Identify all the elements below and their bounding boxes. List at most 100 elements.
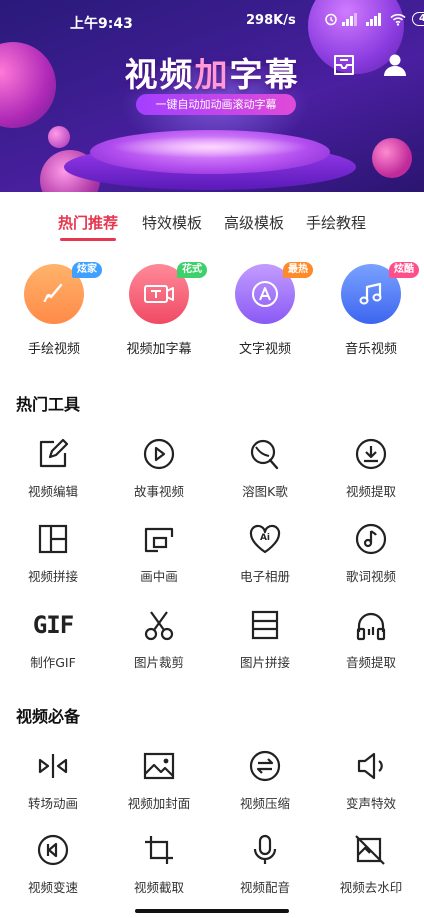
signal-icon — [366, 12, 381, 26]
tool-label: 电子相册 — [239, 569, 290, 584]
banner-title-part: 字幕 — [229, 55, 300, 94]
banner-title-accent: 加 — [194, 55, 230, 94]
feature-text-video[interactable]: 最热 文字视频 — [215, 262, 315, 357]
feature-badge: 最热 — [283, 262, 313, 278]
home-indicator[interactable] — [135, 909, 289, 913]
tool-video-splice[interactable]: 视频拼接 — [0, 522, 106, 585]
headphones-icon — [356, 612, 386, 641]
status-icons: 47 — [324, 12, 424, 26]
tool-label: 故事视频 — [133, 484, 184, 499]
tool-video-extract[interactable]: 视频提取 — [318, 437, 424, 500]
image-splice-icon — [251, 610, 279, 640]
tool-video-edit[interactable]: 视频编辑 — [0, 437, 106, 500]
status-bar: 上午9:43 298K/s 47 — [0, 0, 424, 40]
scissors-icon — [144, 611, 174, 641]
feature-circle: 炫酷 — [341, 262, 419, 324]
feature-row: 炫家 手绘视频 花式 视频加字幕 最热 文字视频 炫酷 音乐视频 — [0, 262, 424, 364]
active-tab-indicator — [60, 238, 116, 241]
tool-transition-animation[interactable]: 转场动画 — [0, 749, 106, 812]
gif-icon: GIF — [32, 611, 74, 639]
tool-label: 歌词视频 — [345, 569, 396, 584]
tool-remove-watermark[interactable]: 视频去水印 — [318, 833, 424, 896]
feature-label: 手绘视频 — [27, 342, 80, 357]
feature-music-video[interactable]: 炫酷 音乐视频 — [321, 262, 421, 357]
tool-label: 视频编辑 — [27, 484, 78, 499]
tab-advanced-templates[interactable]: 高级模板 — [224, 212, 284, 233]
alarm-icon — [325, 13, 337, 26]
tool-label: 音频提取 — [345, 655, 396, 670]
section-title-hot-tools: 热门工具 — [16, 395, 81, 414]
network-speed: 298K/s — [246, 13, 296, 28]
tool-image-splice[interactable]: 图片拼接 — [212, 608, 318, 671]
remove-watermark-icon — [355, 835, 385, 865]
tool-video-trim[interactable]: 视频截取 — [106, 833, 212, 896]
tab-effect-templates[interactable]: 特效模板 — [142, 212, 202, 233]
splice-grid-icon — [38, 524, 68, 554]
tool-make-gif[interactable]: GIF 制作GIF — [0, 608, 106, 671]
tool-video-speed[interactable]: 视频变速 — [0, 833, 106, 896]
compress-icon — [249, 750, 281, 782]
tab-hand-drawn-tutorial[interactable]: 手绘教程 — [306, 212, 366, 233]
tool-lyrics-video[interactable]: 歌词视频 — [318, 522, 424, 585]
feature-label: 视频加字幕 — [126, 342, 192, 357]
tool-image-crop[interactable]: 图片裁剪 — [106, 608, 212, 671]
tool-label: 视频加封面 — [127, 796, 191, 811]
tool-audio-extract[interactable]: 音频提取 — [318, 608, 424, 671]
music-circle-icon — [355, 523, 387, 555]
brush-icon — [43, 283, 63, 302]
feature-circle: 花式 — [129, 262, 207, 324]
tool-video-compress[interactable]: 视频压缩 — [212, 749, 318, 812]
decor-bubble — [372, 138, 412, 178]
crop-icon — [145, 836, 173, 864]
svg-text:Ai: Ai — [260, 533, 270, 543]
tool-karaoke[interactable]: 溶图K歌 — [212, 437, 318, 500]
feature-badge: 炫酷 — [389, 262, 419, 278]
subtitle-icon — [144, 285, 174, 303]
decor-bubble — [48, 126, 70, 148]
tool-label: 视频拼接 — [27, 569, 78, 584]
tool-e-album[interactable]: Ai 电子相册 — [212, 522, 318, 585]
picture-in-picture-icon — [144, 527, 174, 553]
download-circle-icon — [355, 438, 387, 470]
feature-video-subtitle[interactable]: 花式 视频加字幕 — [109, 262, 209, 357]
tool-voice-effects[interactable]: 变声特效 — [318, 749, 424, 812]
feature-hand-drawn-video[interactable]: 炫家 手绘视频 — [4, 262, 104, 357]
tool-label: 图片拼接 — [239, 655, 290, 670]
section-title-video-essentials: 视频必备 — [16, 707, 81, 726]
tool-label: 视频配音 — [239, 880, 290, 895]
tool-label: 制作GIF — [30, 655, 76, 670]
tool-video-dubbing[interactable]: 视频配音 — [212, 833, 318, 896]
tool-label: 视频变速 — [27, 880, 78, 895]
inbox-icon[interactable] — [331, 52, 357, 78]
tool-label: 视频压缩 — [239, 796, 290, 811]
banner-subtitle: 一键自动加动画滚动字幕 — [136, 94, 296, 115]
stage-glow — [110, 136, 310, 158]
battery-indicator: 47 — [412, 12, 424, 26]
music-note-icon — [359, 282, 382, 305]
tool-label: 视频截取 — [133, 880, 184, 895]
play-circle-icon — [143, 438, 175, 470]
tool-label: 溶图K歌 — [242, 484, 288, 499]
category-tabs: 热门推荐 特效模板 高级模板 手绘教程 — [0, 204, 424, 244]
speed-rewind-icon — [37, 834, 69, 866]
microphone-icon — [253, 834, 277, 864]
user-icon[interactable] — [382, 52, 408, 78]
edit-icon — [39, 438, 69, 468]
tool-picture-in-picture[interactable]: 画中画 — [106, 522, 212, 585]
feature-label: 文字视频 — [238, 342, 291, 357]
tool-label: 视频提取 — [345, 484, 396, 499]
letter-a-icon — [252, 281, 278, 307]
tool-label: 变声特效 — [345, 796, 396, 811]
tool-story-video[interactable]: 故事视频 — [106, 437, 212, 500]
status-time: 上午9:43 — [70, 16, 133, 32]
feature-badge: 花式 — [177, 262, 207, 278]
tool-label: 画中画 — [140, 569, 178, 584]
transition-icon — [38, 754, 68, 778]
tool-add-cover[interactable]: 视频加封面 — [106, 749, 212, 812]
feature-badge: 炫家 — [72, 262, 102, 278]
hero-banner[interactable]: 上午9:43 298K/s 47 视频加字幕 一键自动加动画滚动字幕 — [0, 0, 424, 192]
tool-label: 转场动画 — [27, 796, 78, 811]
signal-icon — [342, 12, 357, 26]
tab-hot-recommend[interactable]: 热门推荐 — [58, 212, 118, 233]
tool-label: 图片裁剪 — [133, 655, 184, 670]
